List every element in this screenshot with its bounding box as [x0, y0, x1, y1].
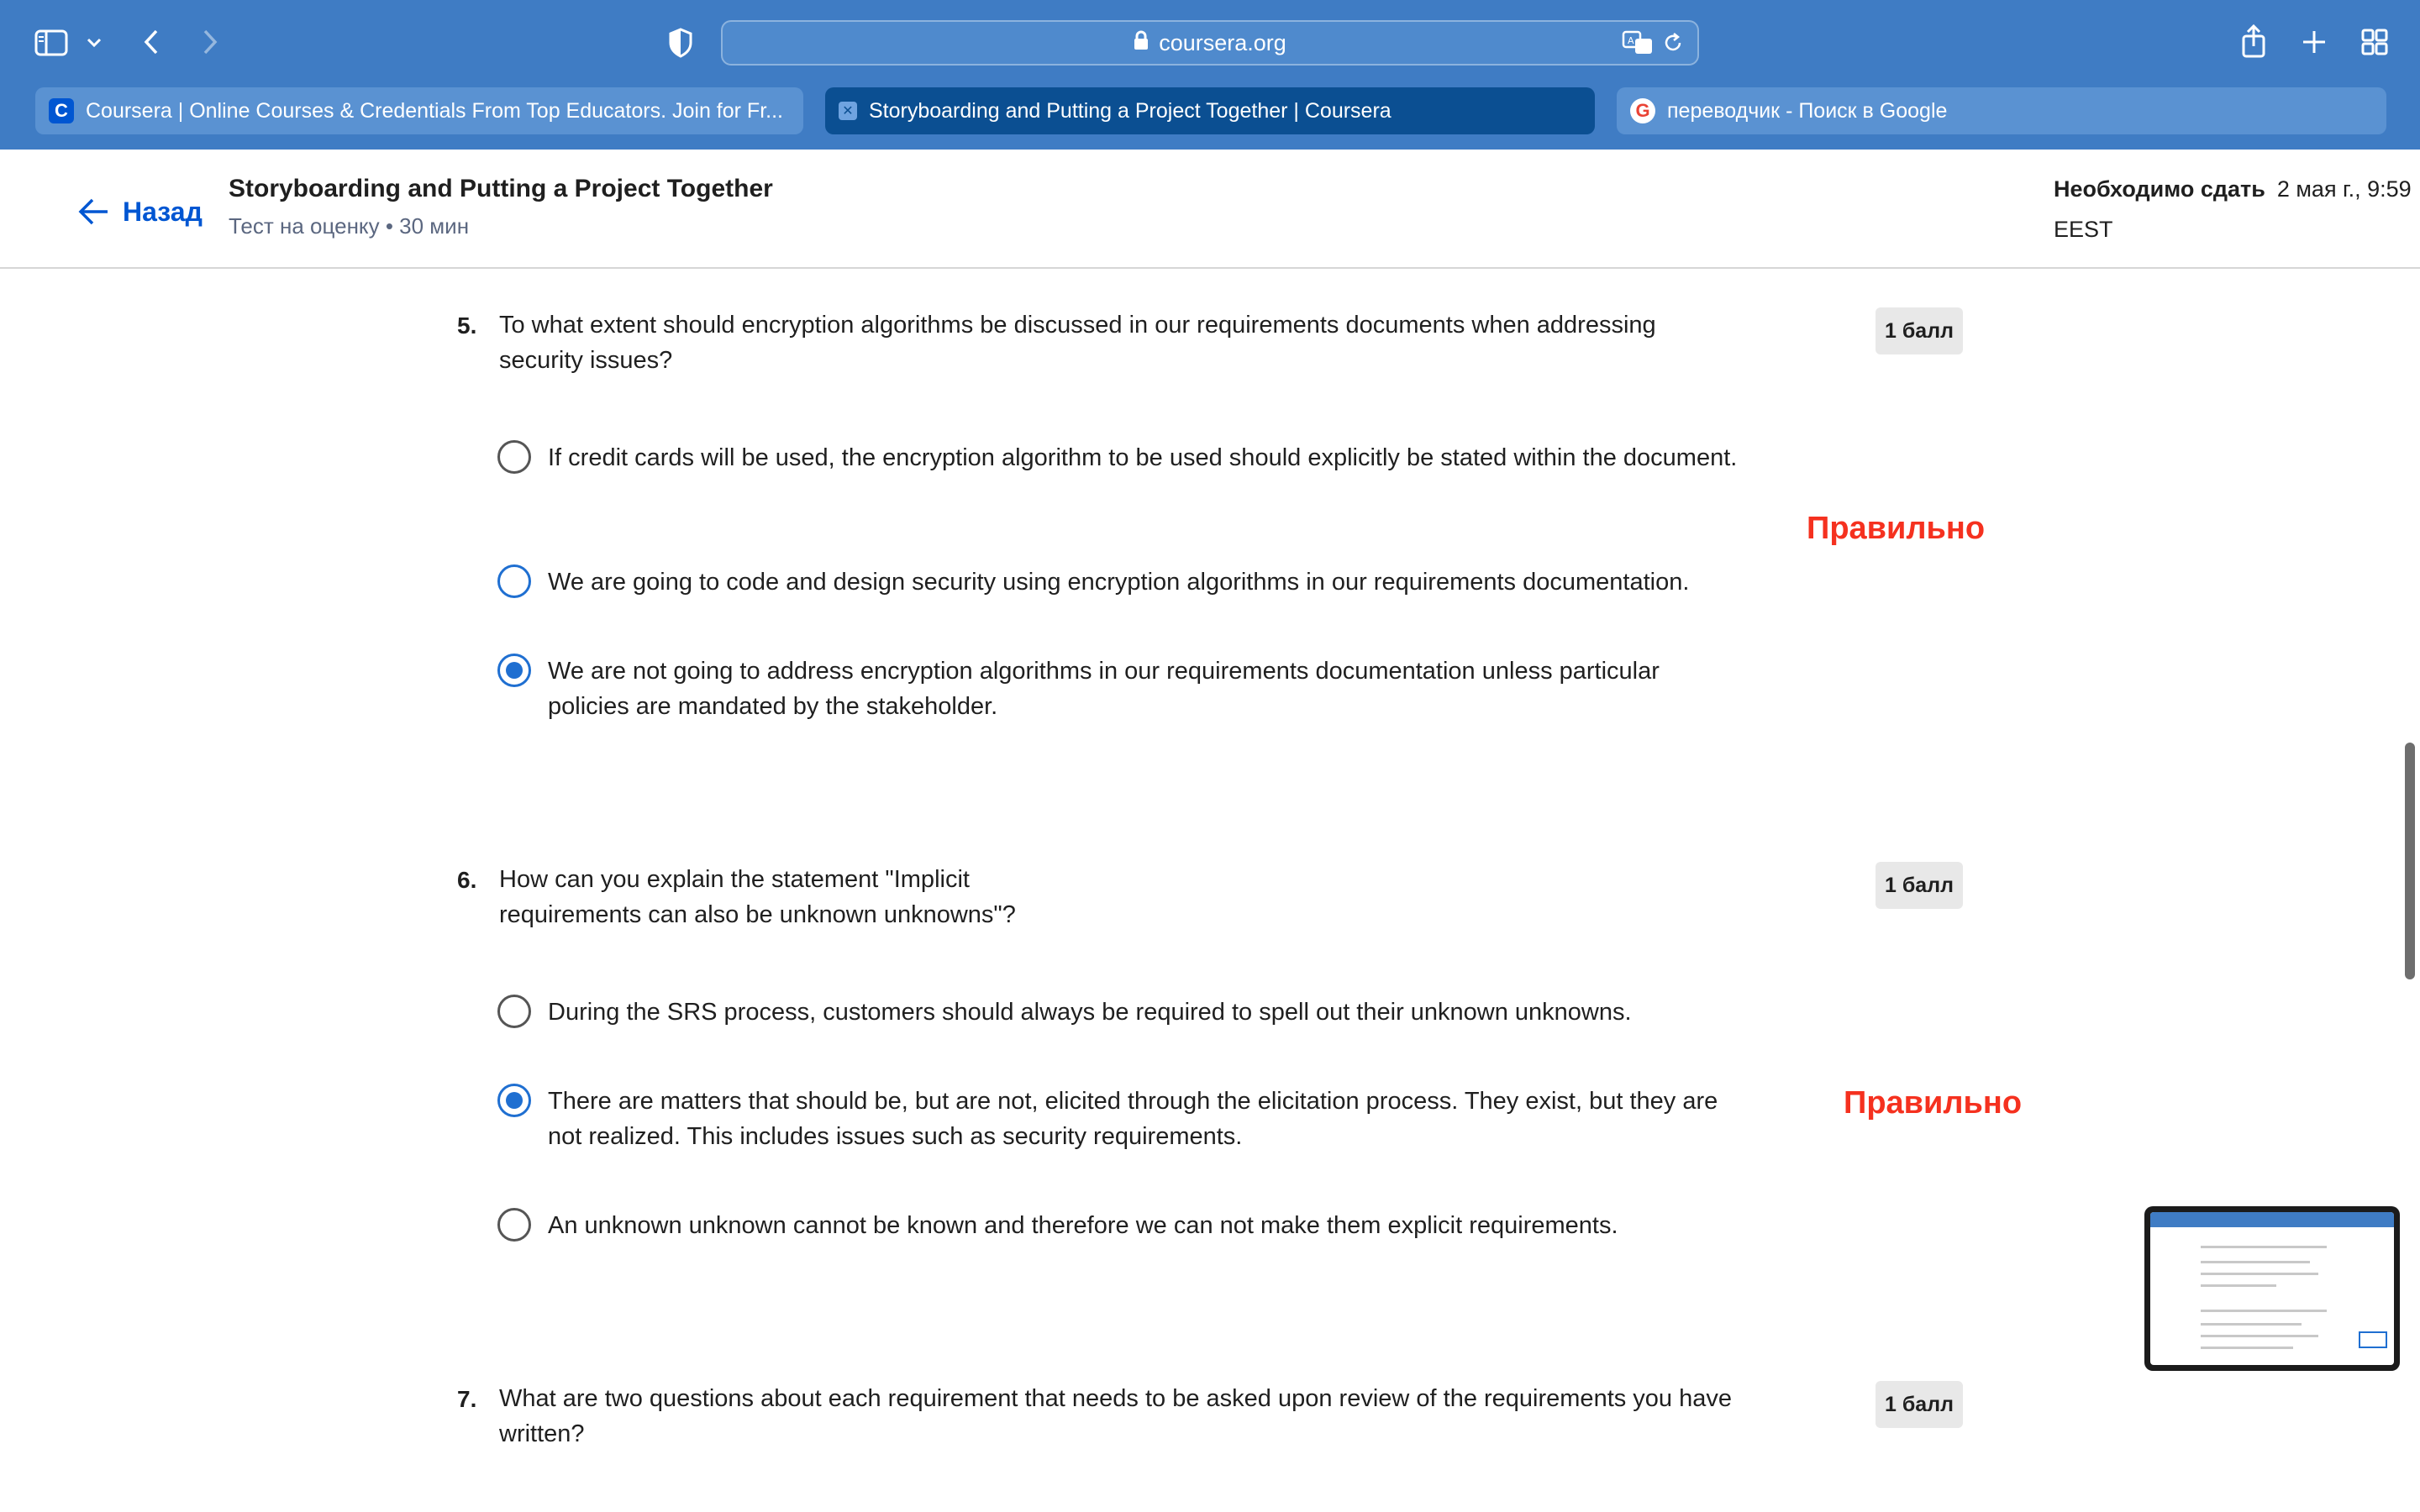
option-text: We are going to code and design security… — [548, 569, 1690, 596]
option-text: If credit cards will be used, the encryp… — [548, 444, 1738, 471]
due-date: Необходимо сдать 2 мая г., 9:59 — [2054, 176, 2412, 202]
due-label: Необходимо сдать — [2054, 176, 2265, 202]
radio-button[interactable] — [497, 1208, 531, 1242]
answer-option[interactable]: If credit cards will be used, the encryp… — [497, 440, 1741, 475]
answer-option[interactable]: We are not going to address encryption a… — [497, 654, 1741, 724]
new-tab-icon[interactable] — [2297, 25, 2331, 59]
page-scrollbar[interactable] — [2405, 743, 2415, 979]
tab-coursera-home[interactable]: C Coursera | Online Courses & Credential… — [35, 87, 803, 134]
tab-label: Coursera | Online Courses & Credentials … — [86, 98, 783, 123]
share-icon[interactable] — [2237, 20, 2270, 62]
question-number: 7. — [457, 1386, 477, 1412]
address-bar[interactable]: coursera.org A — [721, 20, 1699, 66]
question-text: What are two questions about each requir… — [499, 1385, 1733, 1447]
answer-option[interactable]: We are going to code and design security… — [497, 564, 1741, 600]
reload-icon[interactable] — [1662, 32, 1684, 58]
back-link[interactable]: Назад — [77, 188, 203, 235]
question-text: How can you explain the statement "Impli… — [499, 866, 1016, 928]
translate-icon[interactable]: A — [1622, 30, 1654, 60]
radio-button-selected[interactable] — [497, 1084, 531, 1117]
arrow-left-icon — [78, 198, 108, 225]
points-badge: 1 балл — [1876, 862, 1963, 909]
coursera-favicon-icon: C — [49, 98, 74, 123]
radio-button[interactable] — [497, 995, 531, 1028]
forward-arrow-icon[interactable] — [193, 24, 227, 60]
tab-google-translator[interactable]: G переводчик - Поиск в Google — [1617, 87, 2386, 134]
back-arrow-icon[interactable] — [134, 24, 168, 60]
radio-button[interactable] — [497, 440, 531, 474]
due-date-value: 2 мая г., 9:59 — [2276, 176, 2412, 202]
option-text: We are not going to address encryption a… — [548, 658, 1660, 720]
svg-text:A: A — [1628, 35, 1634, 46]
timezone: EEST — [2054, 217, 2113, 242]
points-badge: 1 балл — [1876, 307, 1963, 354]
quiz-header: Назад Storyboarding and Putting a Projec… — [0, 150, 2420, 269]
privacy-shield-icon[interactable] — [664, 25, 697, 60]
question-text: To what extent should encryption algorit… — [499, 312, 1656, 374]
back-label: Назад — [123, 196, 203, 227]
tab-overview-icon[interactable] — [2358, 25, 2391, 59]
tab-label: переводчик - Поиск в Google — [1667, 98, 1948, 123]
screenshot-thumbnail[interactable] — [2144, 1206, 2400, 1371]
correct-annotation: Правильно — [1844, 1085, 2023, 1121]
lock-icon — [1134, 30, 1149, 56]
answer-option[interactable]: An unknown unknown cannot be known and t… — [497, 1208, 1758, 1243]
address-url: coursera.org — [1159, 29, 1286, 55]
chevron-down-icon[interactable] — [82, 29, 106, 57]
option-text: An unknown unknown cannot be known and t… — [548, 1212, 1618, 1239]
radio-button-selected[interactable] — [497, 654, 531, 687]
answer-option[interactable]: There are matters that should be, but ar… — [497, 1084, 1758, 1154]
correct-annotation: Правильно — [1807, 511, 1986, 546]
points-badge: 1 балл — [1876, 1381, 1963, 1428]
page-title: Storyboarding and Putting a Project Toge… — [229, 175, 773, 202]
option-text: There are matters that should be, but ar… — [548, 1088, 1718, 1150]
page-subtitle: Тест на оценку • 30 мин — [229, 213, 470, 239]
option-text: During the SRS process, customers should… — [548, 999, 1632, 1026]
radio-button[interactable] — [497, 564, 531, 598]
browser-toolbar: coursera.org A C Coursera | Online Cours… — [0, 0, 2420, 150]
close-tab-icon[interactable]: ✕ — [839, 102, 857, 120]
tab-label: Storyboarding and Putting a Project Toge… — [869, 98, 1392, 123]
question-number: 6. — [457, 867, 477, 893]
tab-storyboarding[interactable]: ✕ Storyboarding and Putting a Project To… — [825, 87, 1595, 134]
google-favicon-icon: G — [1630, 98, 1655, 123]
sidebar-toggle-icon[interactable] — [30, 22, 72, 64]
question-number: 5. — [457, 312, 477, 339]
answer-option[interactable]: During the SRS process, customers should… — [497, 995, 1758, 1030]
